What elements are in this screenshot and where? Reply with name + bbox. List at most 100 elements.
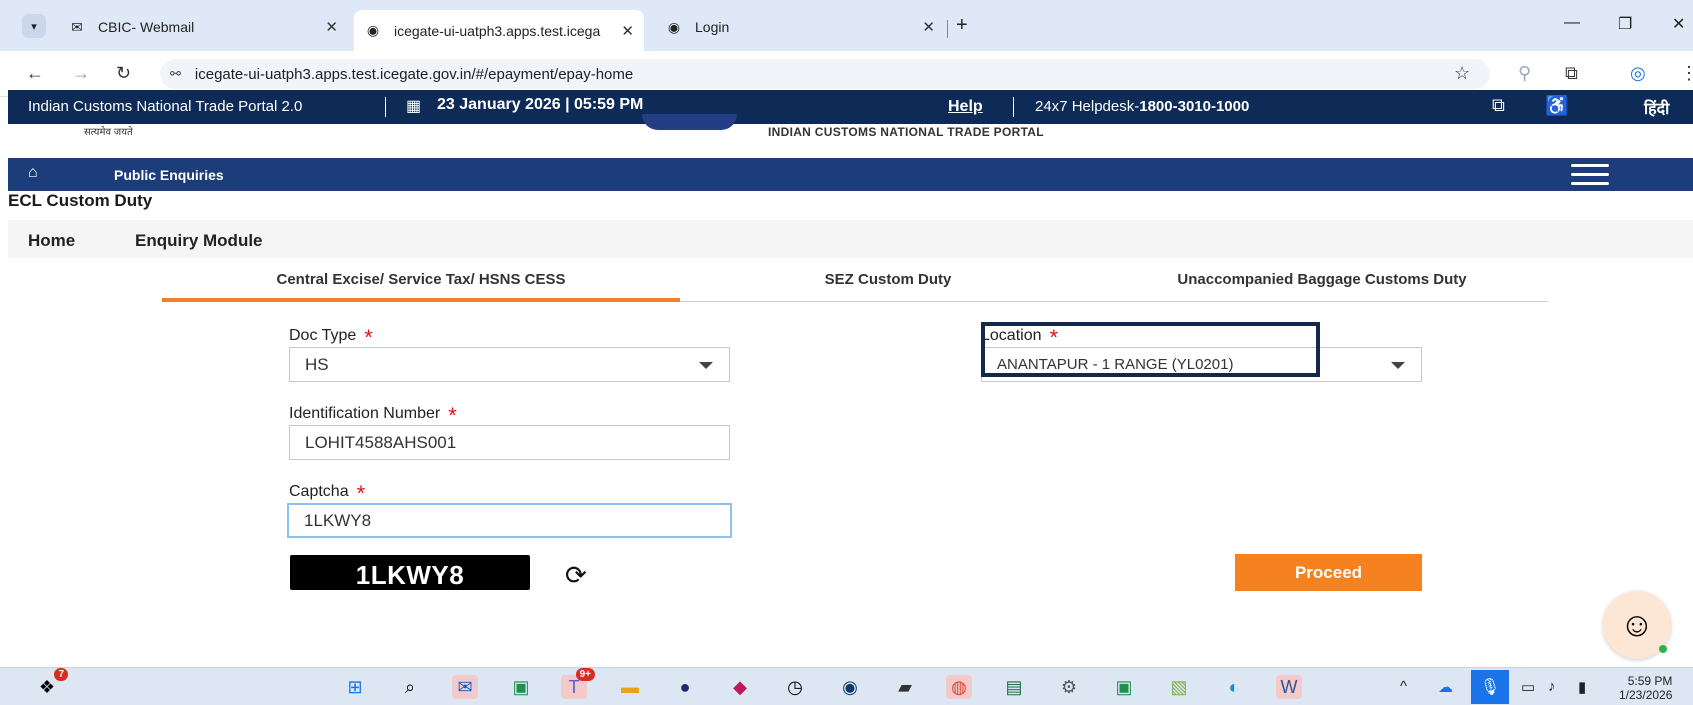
reload-icon[interactable]: ↻ [116,63,131,84]
tab-title: CBIC- Webmail [98,19,195,35]
chevron-up-icon[interactable]: ^ [1400,678,1407,695]
doc-type-value: HS [305,354,329,374]
app-icon[interactable]: ◉ [837,675,863,699]
edge-icon[interactable]: ◐ [1221,675,1247,699]
network-icon[interactable]: ▭ [1521,678,1535,696]
tab-title: icegate-ui-uatph3.apps.test.icega [394,22,601,39]
identification-number-input[interactable]: LOHIT4588AHS001 [289,425,730,460]
assistant-face-icon: ☺ [1619,605,1655,644]
browser-tab-icegate[interactable]: ◉ icegate-ui-uatph3.apps.test.icega ✕ [354,10,644,51]
browser-tab-webmail[interactable]: ✉ CBIC- Webmail ✕ [58,12,348,42]
microphone-icon[interactable]: 🎙 [1471,670,1509,704]
app-icon[interactable]: ▣ [508,675,534,699]
duty-tabs: Central Excise/ Service Tax/ HSNS CESS S… [162,262,1548,302]
page-title: ECL Custom Duty [8,191,153,210]
bookmark-star-icon[interactable]: ☆ [1454,63,1470,84]
tab-title: Login [695,19,730,35]
hamburger-menu-icon[interactable] [1571,164,1609,186]
tab-sez-custom-duty[interactable]: SEZ Custom Duty [680,271,1096,288]
helpdesk-text: 24x7 Helpdesk-1800-3010-1000 [1035,98,1249,115]
site-info-icon[interactable]: ⚯ [170,66,181,82]
settings-icon[interactable]: ⚙ [1056,675,1082,699]
logo-emblem [642,114,737,130]
chrome-icon[interactable]: ◍ [946,675,972,699]
home-icon[interactable]: ⌂ [28,164,38,182]
onedrive-icon[interactable]: ☁ [1438,678,1453,696]
app-icon[interactable]: ▣ [1111,675,1137,699]
forward-icon[interactable]: → [72,63,90,84]
url-field[interactable]: ⚯ icegate-ui-uatph3.apps.test.icegate.go… [160,59,1490,89]
site-emblem-icon: ◉ [366,22,380,38]
active-tab-indicator [162,298,680,302]
tab-list-button[interactable]: ▾ [22,14,46,38]
motto-text: सत्यमेव जयते [84,127,133,138]
extensions-icon[interactable]: ⧉ [1565,63,1578,84]
search-icon[interactable]: ⌕ [397,675,423,699]
file-explorer-icon[interactable]: ▬ [617,675,643,699]
breadcrumb-enquiry-module[interactable]: Enquiry Module [135,231,263,251]
system-clock[interactable]: 5:59 PM 1/23/2026 [1619,674,1672,702]
restore-icon[interactable]: ❐ [1618,14,1632,34]
proceed-button[interactable]: Proceed [1235,554,1422,591]
sitemap-icon[interactable]: ⧉ [1492,95,1505,116]
key-icon[interactable]: ⚲ [1518,63,1531,84]
identification-number-label-text: Identification Number [289,405,441,422]
outlook-icon[interactable]: ✉ [452,675,478,699]
help-link[interactable]: Help [948,98,983,116]
close-icon[interactable]: ✕ [325,18,338,36]
portal-name: INDIAN CUSTOMS NATIONAL TRADE PORTAL [768,125,1044,139]
tab-central-excise[interactable]: Central Excise/ Service Tax/ HSNS CESS [162,271,680,288]
helpdesk-number: 1800-3010-1000 [1139,98,1250,115]
excel-icon[interactable]: ▤ [1001,675,1027,699]
captcha-input[interactable]: 1LKWY8 [287,503,732,538]
refresh-captcha-icon[interactable]: ⟳ [565,560,587,591]
browser-tab-login[interactable]: ◉ Login ✕ [655,12,945,42]
captcha-image: 1LKWY8 [290,555,530,590]
close-icon[interactable]: ✕ [922,18,935,36]
site-emblem-icon: ◉ [667,18,681,35]
url-text: icegate-ui-uatph3.apps.test.icegate.gov.… [194,65,634,83]
doc-type-select[interactable]: HS [289,347,730,382]
divider [1013,97,1014,117]
portal-header: सत्यमेव जयते INDIAN CUSTOMS NATIONAL TRA… [8,114,1693,158]
doc-type-label-text: Doc Type [289,327,357,344]
widgets-icon[interactable]: ❖ 7 [34,668,68,699]
breadcrumb-home[interactable]: Home [28,231,75,251]
close-icon[interactable]: ✕ [621,22,634,40]
helpdesk-prefix: 24x7 Helpdesk- [1035,98,1140,115]
start-icon[interactable]: ⊞ [342,675,368,699]
calendar-icon: ▦ [406,98,422,115]
online-status-dot [1659,645,1667,653]
captcha-label: Captcha * [289,476,365,506]
back-icon[interactable]: ← [26,63,44,84]
portal-title: Indian Customs National Trade Portal 2.0 [28,98,303,115]
clock-date: 1/23/2026 [1619,688,1673,702]
browser-tab-bar: ▾ ✉ CBIC- Webmail ✕ ◉ icegate-ui-uatph3.… [0,0,1693,51]
tab-unaccompanied-baggage[interactable]: Unaccompanied Baggage Customs Duty [1096,271,1548,288]
accessibility-icon[interactable]: ♿ [1545,94,1569,118]
menu-dots-icon[interactable]: ⋮ [1680,63,1693,84]
hindi-language-link[interactable]: हिंदी [1644,97,1669,119]
minimize-icon[interactable]: — [1564,14,1580,32]
identification-number-value: LOHIT4588AHS001 [305,432,457,452]
teams-badge: 9+ [575,668,595,681]
new-tab-icon[interactable]: + [956,14,968,37]
volume-icon[interactable]: ♪ [1548,678,1556,695]
mail-icon: ✉ [71,18,83,35]
app-icon[interactable]: ● [672,675,698,699]
app-icon[interactable]: ▧ [1166,675,1192,699]
battery-icon[interactable]: ▮ [1578,678,1586,696]
breadcrumb: Home Enquiry Module [8,220,1693,258]
word-icon[interactable]: W [1276,675,1302,699]
datetime: 23 January 2026 | 05:59 PM [437,96,644,113]
chevron-down-icon [1391,362,1405,369]
app-icon[interactable]: ◷ [782,675,808,699]
profile-icon[interactable]: ◎ [1630,63,1646,84]
teams-icon[interactable]: T 9+ [561,668,595,699]
chatbot-avatar[interactable]: ☺ [1603,591,1671,659]
window-close-icon[interactable]: ✕ [1672,14,1685,34]
sticky-notes-icon[interactable]: ▰ [892,675,918,699]
nav-public-enquiries[interactable]: Public Enquiries [114,167,224,183]
notification-badge: 7 [54,668,68,681]
m365-icon[interactable]: ◆ [727,675,753,699]
